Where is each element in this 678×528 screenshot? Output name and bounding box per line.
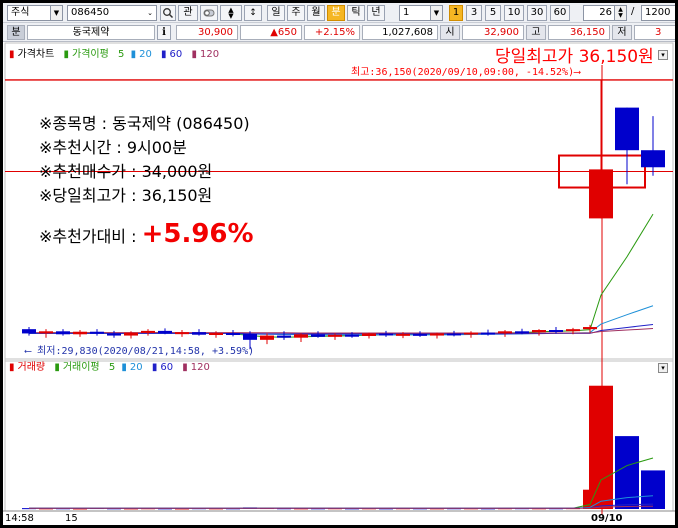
candle-body: [447, 333, 461, 336]
x-tick-label: 14:58: [5, 513, 34, 524]
candle-body: [277, 335, 291, 338]
candle-body: [39, 331, 53, 334]
candle-body: [73, 331, 87, 335]
info-vs-label: ※추천가대비 :: [39, 227, 142, 246]
vol-ma20-legend: ▮ 20: [121, 362, 143, 373]
vol-ma60-legend: ▮ 60: [151, 362, 174, 373]
volume-series-legend: ▮ 거래량: [9, 362, 46, 373]
vol-ma-legend: ▮ 거래이평: [54, 362, 100, 373]
candle-body: [141, 330, 155, 333]
candle-body: [362, 333, 376, 336]
candle-body: [209, 333, 223, 336]
info-stock-name: ※종목명 : 동국제약 (086450): [39, 114, 250, 133]
volume-legend: ▮ 거래량 ▮ 거래이평 5 ▮ 20 ▮ 60 ▮ 120: [9, 360, 216, 376]
candle-body: [615, 107, 639, 151]
candle-body: [158, 330, 172, 334]
candle-body: [328, 334, 342, 337]
candle-body: [641, 150, 665, 168]
candle-body: [56, 331, 70, 335]
candle-body: [345, 334, 359, 337]
candle-body: [464, 332, 478, 335]
candle-body: [430, 333, 444, 336]
vol-ma120-legend: ▮ 120: [182, 362, 210, 373]
vol-ma5-legend: 5: [108, 362, 116, 373]
high-marker-label: 최고:36,150(2020/09/10,09:00, -14.52%)⟶: [351, 67, 581, 78]
info-recommend-price: ※추천매수가 : 34,000원: [39, 162, 213, 181]
volume-panel-frame: [4, 358, 674, 512]
candle-body: [566, 329, 580, 332]
candle-body: [549, 330, 563, 333]
candle-body: [498, 331, 512, 334]
vol-ma120-line: [29, 505, 654, 509]
candle-body: [532, 330, 546, 333]
info-day-high: ※당일최고가 : 36,150원: [39, 186, 213, 205]
candle-body: [396, 333, 410, 336]
candle-body: [379, 333, 393, 336]
candle-body: [260, 335, 274, 340]
low-marker-label: ⟵ 최저:29,830(2020/08/21,14:58, +3.59%): [25, 346, 255, 357]
candle-body: [22, 329, 36, 334]
info-recommend-time: ※추천시간 : 9시00분: [39, 138, 187, 157]
vol-ma20-line: [29, 495, 654, 509]
volume-panel-menu-icon[interactable]: ▾: [658, 363, 668, 373]
candle-body: [243, 333, 257, 340]
candle-body: [107, 333, 121, 336]
x-tick-label: 15: [65, 513, 78, 524]
chart-window: 주식 ▼ 086450 ⌄ 관 ▲ ▼ ↕ 일 주 월 분 틱 년 1 ▼ 1 3: [3, 3, 675, 525]
vol-ma60-line: [29, 503, 654, 509]
candle-body: [175, 332, 189, 335]
candle-body: [481, 332, 495, 335]
vol-ma5-line: [29, 457, 654, 509]
candle-body: [583, 327, 597, 330]
info-vs-value: +5.96%: [141, 219, 254, 249]
volume-bar: [589, 385, 613, 509]
candle-body: [124, 332, 138, 336]
info-vs-recommend: ※추천가대비 : +5.96%: [39, 219, 254, 252]
candle-body: [192, 332, 206, 335]
candle-body: [90, 331, 104, 334]
candle-body: [311, 334, 325, 337]
price-volume-chart: [3, 42, 675, 515]
x-tick-label: 09/10: [591, 513, 623, 524]
candle-body: [226, 333, 240, 336]
candle-body: [294, 334, 308, 338]
volume-bar: [641, 470, 665, 509]
candle-body: [413, 333, 427, 336]
candle-body: [589, 169, 613, 219]
candle-body: [515, 331, 529, 334]
